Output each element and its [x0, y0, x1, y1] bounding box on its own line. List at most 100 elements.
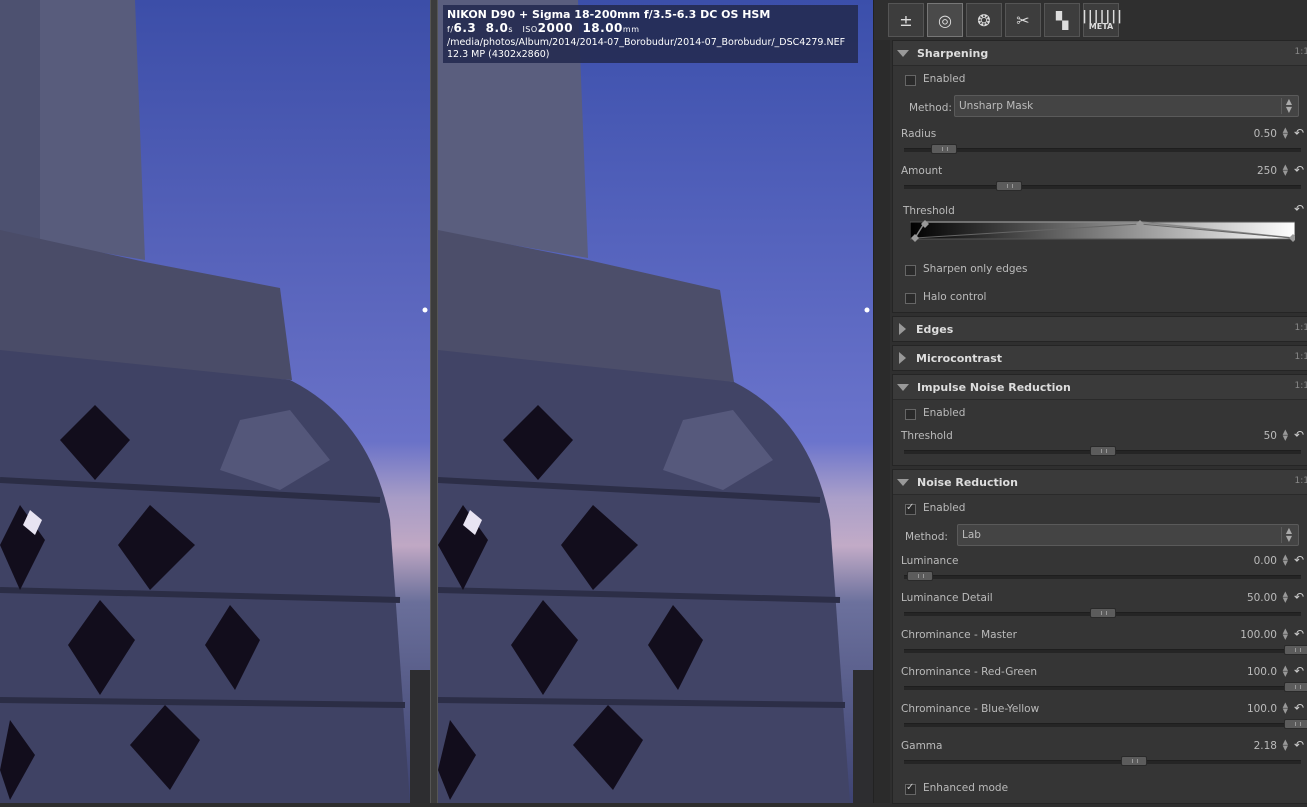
spin-icon[interactable]: ▲ ▼	[1283, 429, 1288, 442]
luminance-slider[interactable]	[904, 571, 1301, 581]
exposure-tab-icon: ±	[899, 10, 913, 30]
radius-value[interactable]: 0.50	[1254, 128, 1277, 140]
sharpening-enabled-checkbox[interactable]	[905, 75, 916, 86]
threshold-label: Threshold	[903, 205, 955, 217]
sharpening-header[interactable]: Sharpening 1:1	[893, 41, 1307, 66]
chroma-rg-value[interactable]: 100.0	[1247, 666, 1277, 678]
method-value: Lab	[962, 529, 981, 541]
impulse-title: Impulse Noise Reduction	[917, 380, 1071, 394]
impulse-threshold-row: Threshold 50 ▲ ▼ ↶	[893, 428, 1307, 465]
preview-area: NIKON D90 + Sigma 18-200mm f/3.5-6.3 DC …	[0, 0, 873, 803]
expand-arrow-icon	[897, 383, 909, 391]
slider-thumb[interactable]	[1284, 719, 1307, 729]
luminance-detail-slider[interactable]	[904, 608, 1301, 618]
impulse-threshold-label: Threshold	[901, 430, 953, 442]
gamma-value[interactable]: 2.18	[1254, 740, 1277, 752]
reset-icon[interactable]: ↶	[1294, 627, 1304, 641]
preview-after-pane[interactable]	[438, 0, 873, 803]
impulse-threshold-slider[interactable]	[904, 446, 1301, 456]
reset-icon[interactable]: ↶	[1294, 126, 1304, 140]
chroma-master-slider[interactable]	[904, 645, 1307, 655]
spin-icon[interactable]: ▲ ▼	[1283, 739, 1288, 752]
impulse-section: Impulse Noise Reduction 1:1 Enabled Thre…	[892, 374, 1307, 466]
tab-meta[interactable]: ||||||| META	[1081, 3, 1123, 37]
reset-icon[interactable]: ↶	[1294, 202, 1304, 216]
reset-icon[interactable]: ↶	[1294, 163, 1304, 177]
slider-thumb[interactable]	[996, 181, 1023, 191]
spin-icon[interactable]: ▲ ▼	[1283, 554, 1288, 567]
gamma-label: Gamma	[901, 740, 943, 752]
detail-tab-icon: ◎	[938, 10, 952, 30]
luminance-label: Luminance	[901, 555, 959, 567]
microcontrast-section: Microcontrast 1:1	[892, 345, 1307, 371]
radius-slider[interactable]	[904, 144, 1301, 154]
tab-exposure[interactable]: ±	[888, 3, 924, 37]
noise-enabled-checkbox[interactable]	[905, 502, 916, 515]
chroma-rg-slider[interactable]	[904, 682, 1307, 692]
threshold-curve[interactable]	[910, 220, 1295, 242]
slider-thumb[interactable]	[1284, 682, 1307, 692]
reset-icon[interactable]: ↶	[1294, 664, 1304, 678]
spin-icon[interactable]: ▲ ▼	[1283, 702, 1288, 715]
luminance-detail-value[interactable]: 50.00	[1247, 592, 1277, 604]
microcontrast-header[interactable]: Microcontrast 1:1	[893, 346, 1307, 370]
edges-header[interactable]: Edges 1:1	[893, 317, 1307, 341]
file-path-text: /media/photos/Album/2014/2014-07_Borobud…	[447, 37, 846, 48]
spin-icon[interactable]: ▲ ▼	[1283, 164, 1288, 177]
spin-icon[interactable]: ▲ ▼	[1283, 628, 1288, 641]
reset-icon[interactable]: ↶	[1294, 553, 1304, 567]
slider-thumb[interactable]	[930, 144, 957, 154]
slider-thumb[interactable]	[1284, 645, 1307, 655]
slider-thumb[interactable]	[1089, 608, 1116, 618]
radius-label: Radius	[901, 128, 937, 140]
luminance-value[interactable]: 0.00	[1254, 555, 1277, 567]
updown-icon: ▲ ▼	[1281, 527, 1296, 543]
tab-transform[interactable]: ✂	[1005, 3, 1041, 37]
chroma-master-value[interactable]: 100.00	[1240, 629, 1277, 641]
spin-icon[interactable]: ▲ ▼	[1283, 665, 1288, 678]
luminance-row: Luminance 0.00 ▲ ▼ ↶	[893, 553, 1307, 590]
reset-icon[interactable]: ↶	[1294, 428, 1304, 442]
split-divider[interactable]	[430, 0, 438, 803]
enhanced-mode-label: Enhanced mode	[923, 782, 1009, 794]
amount-value[interactable]: 250	[1257, 165, 1277, 177]
reset-icon[interactable]: ↶	[1294, 738, 1304, 752]
camera-lens-text: NIKON D90 + Sigma 18-200mm f/3.5-6.3 DC …	[447, 8, 771, 21]
tab-detail[interactable]: ◎	[927, 3, 963, 37]
preview-before-pane[interactable]	[0, 0, 430, 803]
tool-tab-bar: ± ◎ ❂ ✂ ▚ ||||||| META	[888, 3, 1123, 37]
collapse-arrow-icon	[899, 323, 906, 335]
sharpen-edges-label: Sharpen only edges	[923, 263, 1028, 275]
spin-icon[interactable]: ▲ ▼	[1283, 591, 1288, 604]
gamma-slider[interactable]	[904, 756, 1301, 766]
slider-thumb[interactable]	[1089, 446, 1116, 456]
tab-raw[interactable]: ▚	[1044, 3, 1080, 37]
noise-method-select[interactable]: Lab ▲ ▼	[957, 524, 1299, 546]
chroma-by-slider[interactable]	[904, 719, 1307, 729]
impulse-threshold-value[interactable]: 50	[1264, 430, 1277, 442]
slider-thumb[interactable]	[1121, 756, 1148, 766]
impulse-enabled-checkbox[interactable]	[905, 409, 916, 420]
sharpen-edges-checkbox[interactable]	[905, 265, 916, 276]
chroma-by-value[interactable]: 100.0	[1247, 703, 1277, 715]
spin-icon[interactable]: ▲ ▼	[1283, 127, 1288, 140]
sharpening-method-row: Method: Unsharp Mask ▲ ▼	[893, 94, 1307, 126]
edges-section: Edges 1:1	[892, 316, 1307, 342]
enhanced-mode-checkbox[interactable]	[905, 782, 916, 795]
collapse-arrow-icon	[899, 352, 906, 364]
amount-slider[interactable]	[904, 181, 1301, 191]
noise-header[interactable]: Noise Reduction 1:1	[893, 470, 1307, 495]
luminance-detail-row: Luminance Detail 50.00 ▲ ▼ ↶	[893, 590, 1307, 627]
expand-arrow-icon	[897, 49, 909, 57]
raw-tab-icon: ▚	[1055, 10, 1069, 30]
halo-control-label: Halo control	[923, 291, 987, 303]
tool-list: Sharpening 1:1 Enabled Method: Unsharp M…	[892, 40, 1307, 807]
slider-thumb[interactable]	[906, 571, 933, 581]
halo-control-checkbox[interactable]	[905, 293, 916, 304]
sharpening-method-select[interactable]: Unsharp Mask ▲ ▼	[954, 95, 1299, 117]
reset-icon[interactable]: ↶	[1294, 701, 1304, 715]
reset-icon[interactable]: ↶	[1294, 590, 1304, 604]
tool-panel: ± ◎ ❂ ✂ ▚ ||||||| META Sharpening 1:1 Ena…	[873, 0, 1307, 804]
impulse-header[interactable]: Impulse Noise Reduction 1:1	[893, 375, 1307, 400]
tab-color[interactable]: ❂	[966, 3, 1002, 37]
